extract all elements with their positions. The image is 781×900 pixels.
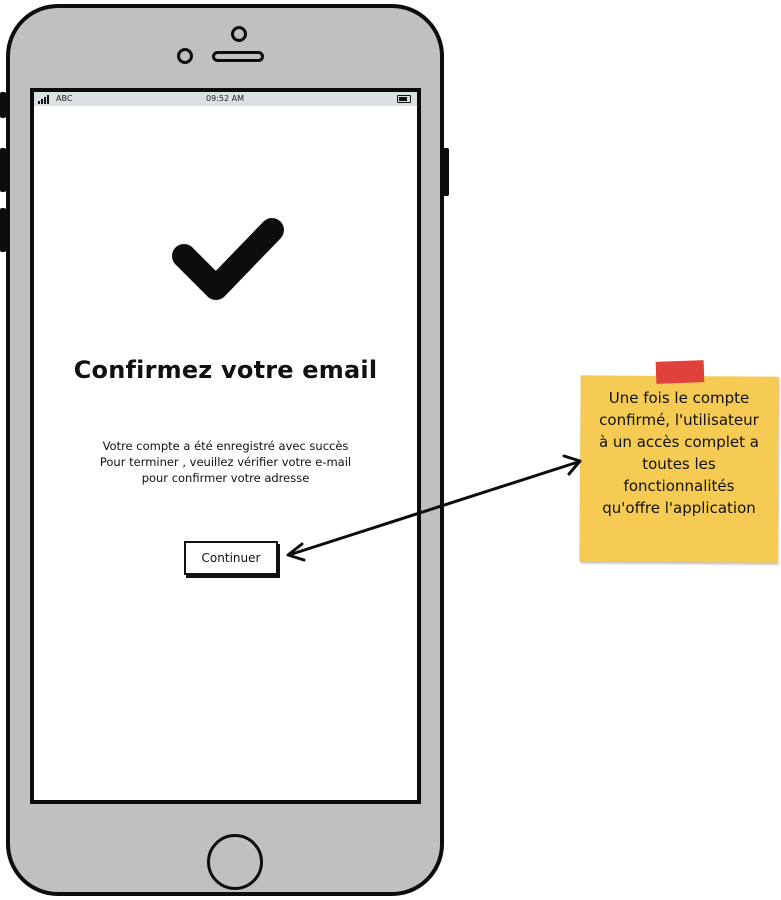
status-time: 09:52 AM (206, 94, 244, 103)
phone-screen: ABC 09:52 AM Confirmez votre email Votre… (30, 88, 421, 804)
note-line: qu'offre l'application (602, 499, 756, 517)
note-line: fonctionnalités (623, 477, 735, 495)
status-bar: ABC 09:52 AM (34, 92, 417, 106)
front-camera (231, 26, 247, 42)
note-line: Une fois le compte (608, 389, 750, 407)
battery-icon (397, 95, 411, 103)
note-line: confirmé, l'utilisateur (599, 411, 759, 429)
message-line: pour confirmer votre adresse (141, 471, 310, 485)
message-line: Pour terminer , veuillez vérifier votre … (99, 455, 352, 469)
page-title: Confirmez votre email (73, 356, 378, 384)
sticky-note-text: Une fois le compte confirmé, l'utilisate… (586, 387, 772, 519)
continue-button[interactable]: Continuer (184, 541, 278, 575)
proximity-sensor (177, 48, 193, 64)
carrier-name: ABC (56, 94, 73, 103)
mute-switch (0, 92, 6, 118)
signal-icon (38, 95, 50, 104)
note-tape (655, 360, 705, 384)
note-line: toutes les (642, 455, 716, 473)
confirmation-message: Votre compte a été enregistré avec succè… (34, 438, 417, 486)
power-button (443, 148, 449, 196)
home-button[interactable] (207, 834, 263, 890)
earpiece-speaker (212, 51, 264, 62)
volume-down-button (0, 208, 6, 252)
message-line: Votre compte a été enregistré avec succè… (102, 439, 349, 453)
note-line: à un accès complet a (598, 433, 760, 451)
checkmark-icon (172, 218, 284, 300)
volume-up-button (0, 148, 6, 192)
